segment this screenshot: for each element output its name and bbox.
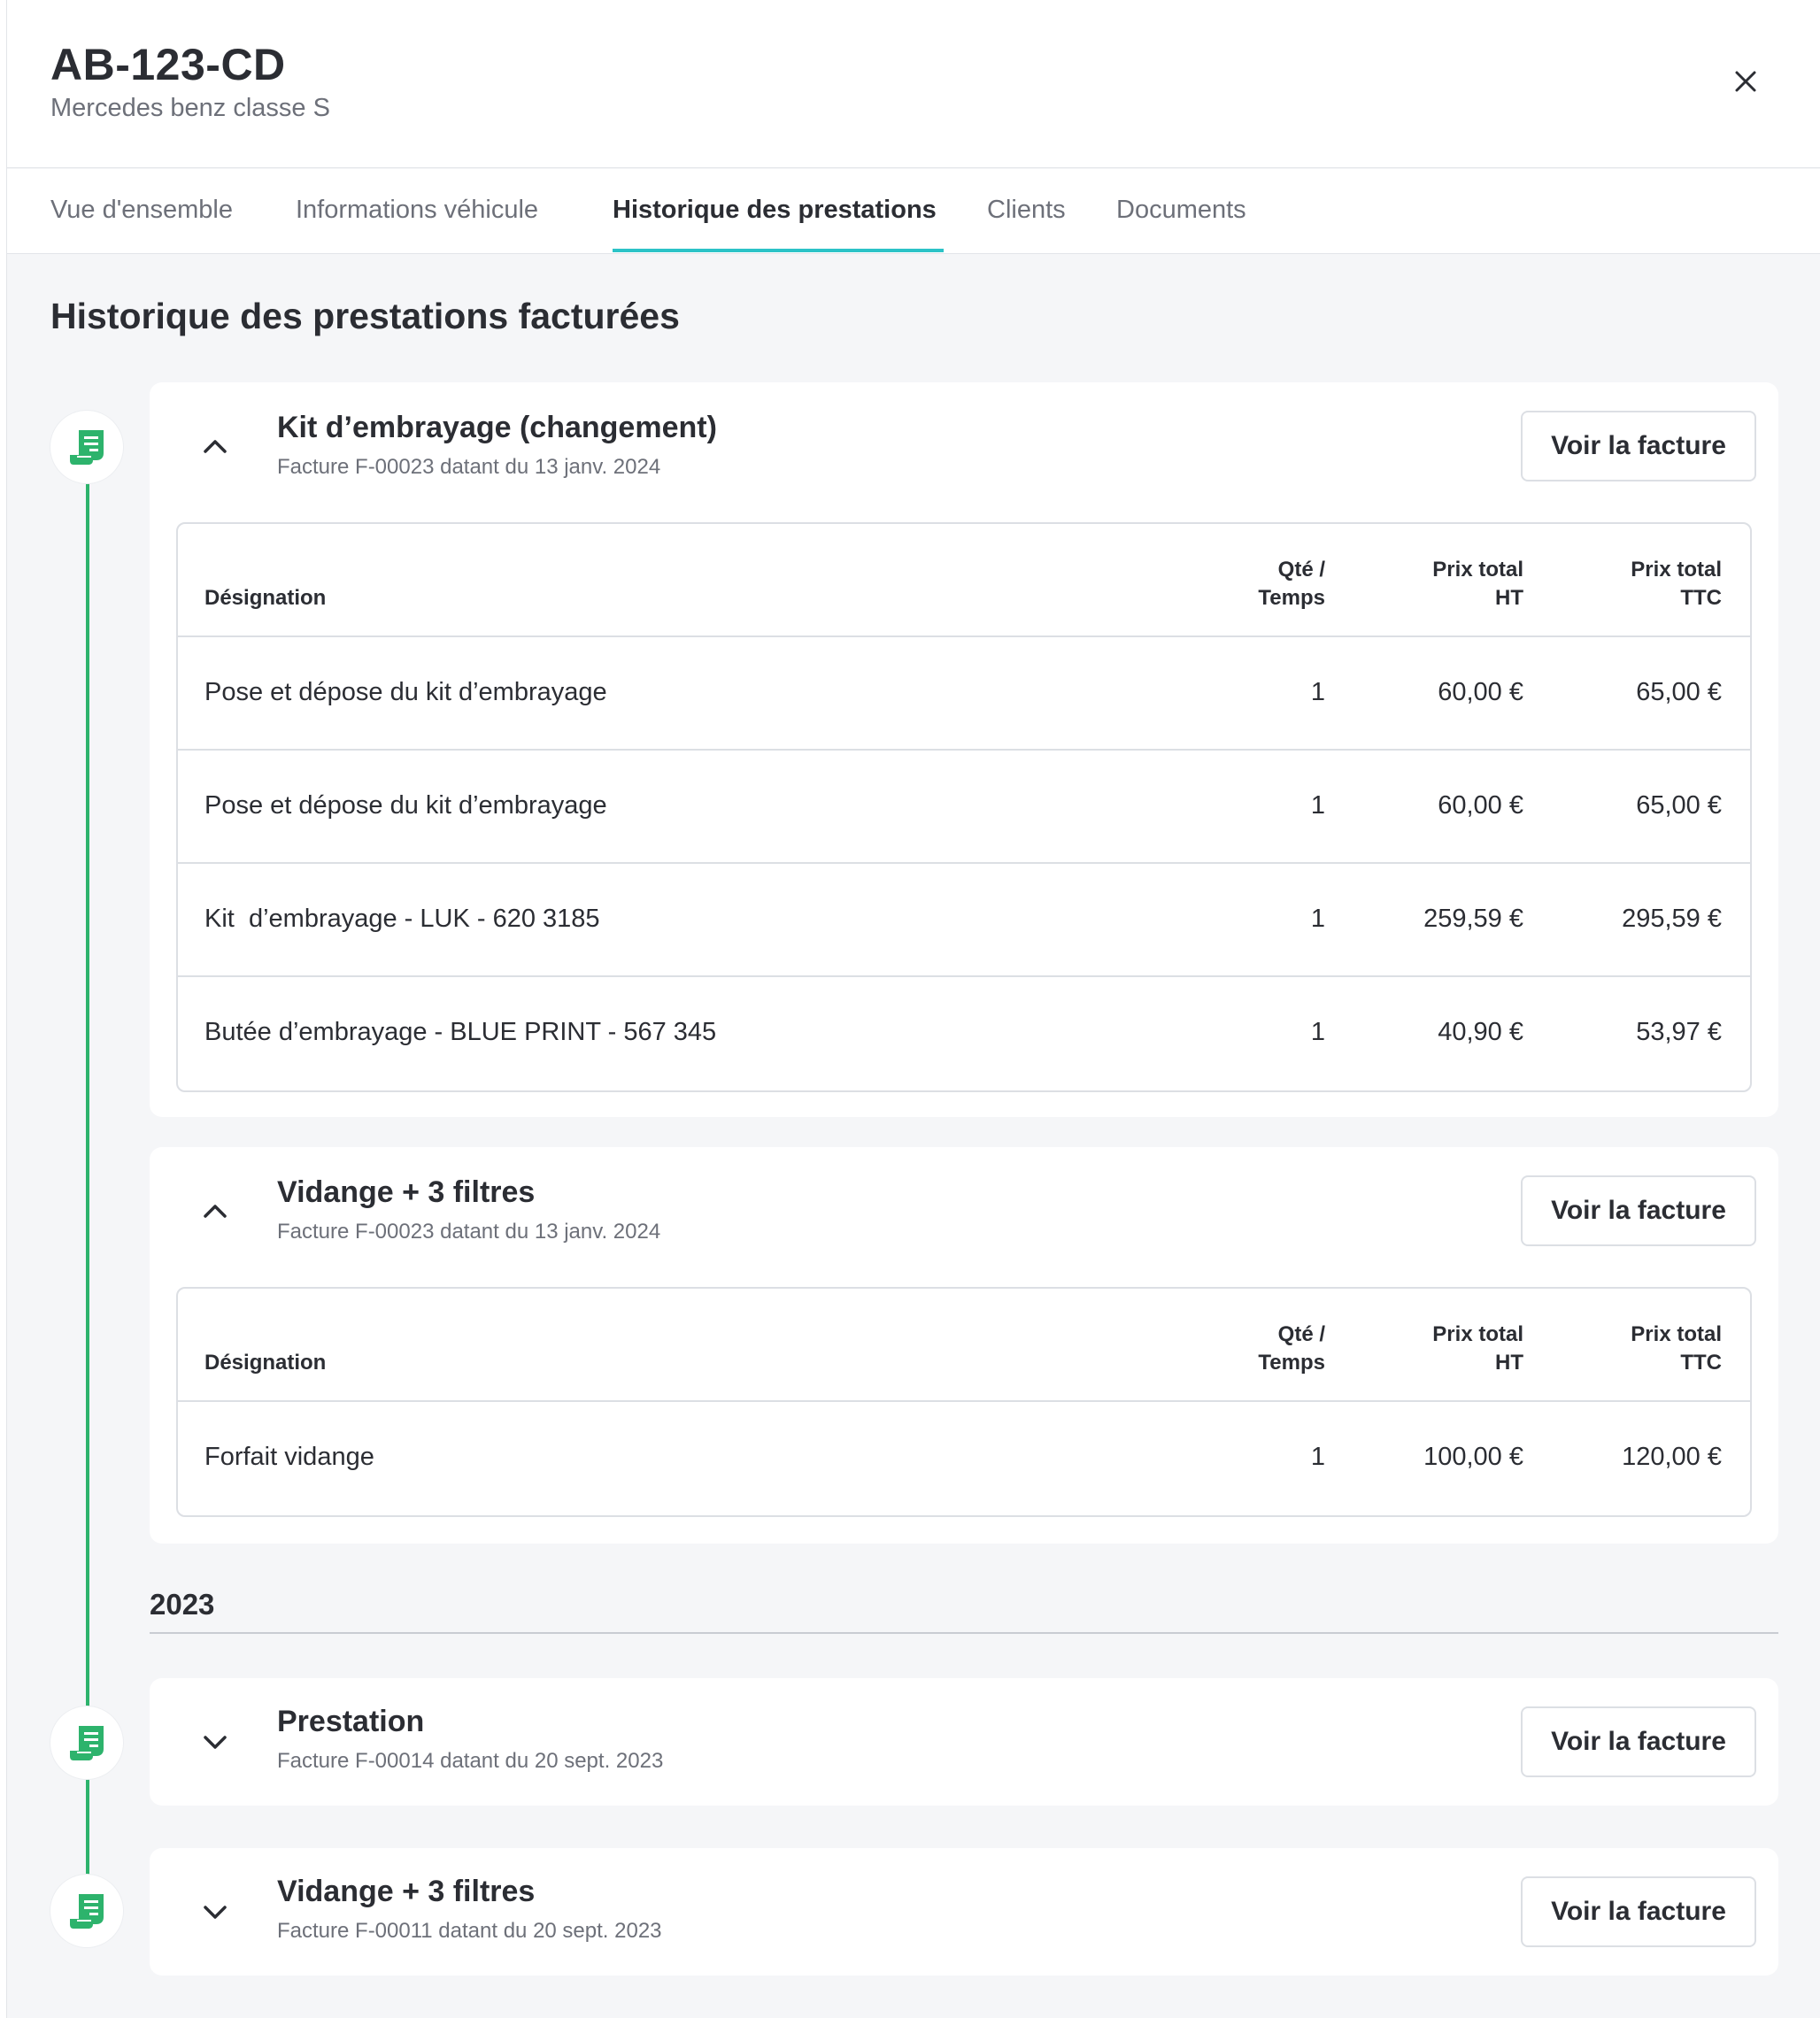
cell-designation: Pose et dépose du kit d’embrayage: [204, 678, 607, 706]
chevron-down-icon: [204, 1736, 227, 1749]
section-title: Historique des prestations facturées: [50, 296, 680, 336]
cell-ttc: 65,00 €: [1636, 678, 1722, 706]
col-ht-line2: HT: [1495, 1351, 1523, 1375]
service-title: Kit d’embrayage (changement): [277, 411, 717, 444]
col-qty-line2: Temps: [1258, 586, 1325, 610]
cell-ttc: 53,97 €: [1636, 1018, 1722, 1046]
cell-qty: 1: [1310, 678, 1325, 706]
tab-service-history[interactable]: Historique des prestations: [613, 196, 937, 225]
col-ttc-line2: TTC: [1680, 1351, 1722, 1375]
chevron-up-icon: [204, 1205, 227, 1218]
invoice-icon: [70, 1726, 104, 1760]
col-ht-line2: HT: [1495, 586, 1523, 610]
tab-vehicle-info[interactable]: Informations véhicule: [296, 196, 538, 225]
year-divider: [150, 1632, 1778, 1634]
panel-header: AB-123-CD Mercedes benz classe S: [7, 0, 1820, 168]
collapse-toggle[interactable]: [197, 428, 233, 464]
cell-qty: 1: [1310, 905, 1325, 933]
close-button[interactable]: [1728, 64, 1763, 99]
cell-designation: Kit d’embrayage - LUK - 620 3185: [204, 905, 600, 933]
cell-ht: 259,59 €: [1423, 905, 1523, 933]
cell-designation: Pose et dépose du kit d’embrayage: [204, 791, 607, 820]
col-total-ht: Prix total HT: [1432, 556, 1523, 612]
service-card: Kit d’embrayage (changement) Facture F-0…: [150, 382, 1778, 1117]
timeline-line: [86, 1779, 89, 1876]
view-invoice-button[interactable]: Voir la facture: [1521, 1706, 1756, 1777]
invoice-subtitle: Facture F-00023 datant du 13 janv. 2024: [277, 1220, 661, 1244]
service-title: Vidange + 3 filtres: [277, 1875, 536, 1908]
vehicle-panel: AB-123-CD Mercedes benz classe S Vue d'e…: [6, 0, 1820, 2018]
invoice-subtitle: Facture F-00011 datant du 20 sept. 2023: [277, 1919, 662, 1943]
timeline-node: [50, 1875, 123, 1947]
col-qty-line2: Temps: [1258, 1351, 1325, 1375]
year-heading: 2023: [150, 1588, 215, 1621]
col-ht-line1: Prix total: [1432, 558, 1523, 582]
expand-toggle[interactable]: [197, 1724, 233, 1760]
active-tab-indicator: [613, 249, 944, 252]
service-card: Vidange + 3 filtres Facture F-00023 data…: [150, 1147, 1778, 1544]
timeline-node: [50, 411, 123, 483]
view-invoice-button[interactable]: Voir la facture: [1521, 411, 1756, 481]
service-lines-table: Désignation Qté / Temps Prix total HT Pr…: [176, 1287, 1752, 1517]
table-row: Pose et dépose du kit d’embrayage 1 60,0…: [178, 751, 1750, 864]
cell-ttc: 65,00 €: [1636, 791, 1722, 820]
table-row: Forfait vidange 1 100,00 € 120,00 €: [178, 1402, 1750, 1515]
service-title: Prestation: [277, 1705, 425, 1738]
col-qty: Qté / Temps: [1258, 556, 1325, 612]
cell-designation: Butée d’embrayage - BLUE PRINT - 567 345: [204, 1018, 717, 1046]
col-ttc-line1: Prix total: [1631, 558, 1722, 582]
col-ttc-line1: Prix total: [1631, 1322, 1722, 1346]
cell-ht: 40,90 €: [1438, 1018, 1523, 1046]
tab-bar: Vue d'ensemble Informations véhicule His…: [7, 169, 1820, 254]
service-lines-table: Désignation Qté / Temps Prix total HT Pr…: [176, 522, 1752, 1092]
view-invoice-button[interactable]: Voir la facture: [1521, 1175, 1756, 1246]
col-total-ttc: Prix total TTC: [1631, 556, 1722, 612]
table-header: Désignation Qté / Temps Prix total HT Pr…: [178, 1289, 1750, 1402]
cell-ttc: 295,59 €: [1622, 905, 1722, 933]
cell-qty: 1: [1310, 1018, 1325, 1046]
tab-overview[interactable]: Vue d'ensemble: [50, 196, 233, 225]
cell-designation: Forfait vidange: [204, 1443, 374, 1471]
col-qty-line1: Qté /: [1277, 558, 1325, 582]
service-card: Prestation Facture F-00014 datant du 20 …: [150, 1678, 1778, 1806]
col-total-ht: Prix total HT: [1432, 1321, 1523, 1377]
table-header: Désignation Qté / Temps Prix total HT Pr…: [178, 524, 1750, 637]
timeline-node: [50, 1706, 123, 1779]
timeline-line: [86, 478, 89, 1708]
col-qty: Qté / Temps: [1258, 1321, 1325, 1377]
invoice-subtitle: Facture F-00023 datant du 13 janv. 2024: [277, 455, 661, 479]
col-ttc-line2: TTC: [1680, 586, 1722, 610]
expand-toggle[interactable]: [197, 1894, 233, 1929]
table-row: Butée d’embrayage - BLUE PRINT - 567 345…: [178, 977, 1750, 1090]
chevron-up-icon: [204, 440, 227, 453]
view-invoice-button[interactable]: Voir la facture: [1521, 1876, 1756, 1947]
collapse-toggle[interactable]: [197, 1193, 233, 1229]
cell-ttc: 120,00 €: [1622, 1443, 1722, 1471]
col-designation: Désignation: [204, 1351, 327, 1375]
cell-ht: 60,00 €: [1438, 678, 1523, 706]
table-row: Pose et dépose du kit d’embrayage 1 60,0…: [178, 637, 1750, 751]
vehicle-model: Mercedes benz classe S: [50, 94, 330, 122]
invoice-icon: [70, 430, 104, 465]
cell-qty: 1: [1310, 791, 1325, 820]
close-icon: [1735, 71, 1756, 92]
table-row: Kit d’embrayage - LUK - 620 3185 1 259,5…: [178, 864, 1750, 977]
tab-clients[interactable]: Clients: [987, 196, 1066, 225]
col-ht-line1: Prix total: [1432, 1322, 1523, 1346]
tab-documents[interactable]: Documents: [1116, 196, 1246, 225]
invoice-icon: [70, 1894, 104, 1929]
service-title: Vidange + 3 filtres: [277, 1175, 536, 1209]
invoice-subtitle: Facture F-00014 datant du 20 sept. 2023: [277, 1749, 664, 1773]
cell-qty: 1: [1310, 1443, 1325, 1471]
cell-ht: 60,00 €: [1438, 791, 1523, 820]
col-qty-line1: Qté /: [1277, 1322, 1325, 1346]
chevron-down-icon: [204, 1906, 227, 1919]
cell-ht: 100,00 €: [1423, 1443, 1523, 1471]
vehicle-plate: AB-123-CD: [50, 40, 286, 89]
col-total-ttc: Prix total TTC: [1631, 1321, 1722, 1377]
service-card: Vidange + 3 filtres Facture F-00011 data…: [150, 1848, 1778, 1976]
col-designation: Désignation: [204, 586, 327, 610]
